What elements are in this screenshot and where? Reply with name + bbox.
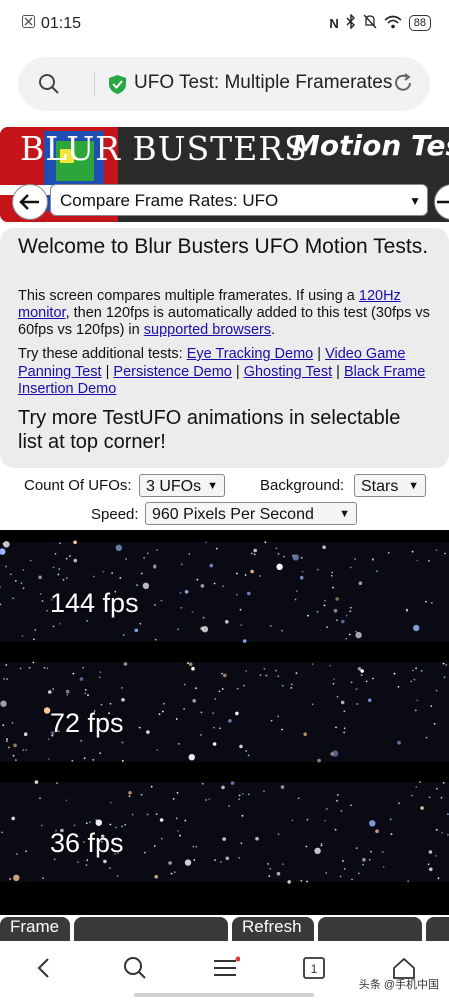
eye-tracking-demo-link[interactable]: Eye Tracking Demo bbox=[187, 346, 314, 362]
divider bbox=[94, 71, 95, 97]
refresh-value-cell bbox=[318, 917, 422, 941]
refresh-label-cell: Refresh bbox=[232, 917, 314, 941]
speed-value: 960 Pixels Per Second bbox=[152, 506, 314, 523]
brand-name: BLUR BUSTERS bbox=[20, 129, 308, 168]
frame-label-cell: Frame bbox=[0, 917, 70, 941]
reload-icon[interactable] bbox=[392, 72, 414, 99]
next-test-button[interactable] bbox=[434, 184, 449, 220]
speed-select[interactable]: 960 Pixels Per Second ▼ bbox=[145, 502, 357, 525]
supported-browsers-link[interactable]: supported browsers bbox=[144, 322, 271, 338]
intro-paragraph: This screen compares multiple framerates… bbox=[18, 288, 430, 338]
speed-label: Speed: bbox=[91, 506, 139, 523]
arrow-left-icon bbox=[19, 194, 39, 210]
address-bar[interactable]: UFO Test: Multiple Framerates bbox=[18, 57, 430, 111]
menu-icon[interactable] bbox=[212, 956, 241, 985]
fps-label-1: 144 fps bbox=[50, 588, 139, 618]
ghosting-test-link[interactable]: Ghosting Test bbox=[244, 364, 332, 380]
page-title: UFO Test: Multiple Framerates bbox=[134, 72, 393, 93]
test-selector[interactable]: Compare Frame Rates: UFO ▼ bbox=[50, 184, 428, 216]
frame-value-cell bbox=[74, 917, 228, 941]
background-label: Background: bbox=[260, 477, 345, 494]
notification-icon bbox=[22, 15, 35, 33]
welcome-heading: Welcome to Blur Busters UFO Motion Tests… bbox=[18, 235, 429, 258]
battery-indicator: 88 bbox=[408, 15, 431, 31]
shield-check-icon bbox=[108, 74, 127, 100]
mute-icon bbox=[363, 14, 377, 32]
search-icon[interactable] bbox=[123, 956, 147, 985]
persistence-demo-link[interactable]: Persistence Demo bbox=[113, 364, 231, 380]
search-icon[interactable] bbox=[38, 73, 60, 100]
status-bar: 01:15 N 88 bbox=[0, 0, 449, 50]
bluetooth-icon bbox=[346, 13, 356, 32]
arrow-right-icon bbox=[437, 200, 449, 204]
ufo-animation-area: 144 fps 72 fps 36 fps bbox=[0, 530, 449, 915]
more-animations-text: Try more TestUFO animations in selectabl… bbox=[18, 407, 401, 453]
wifi-icon bbox=[384, 15, 402, 32]
dropdown-arrow-icon: ▼ bbox=[408, 480, 419, 492]
back-icon[interactable] bbox=[34, 956, 54, 985]
fps-label-3: 36 fps bbox=[50, 828, 124, 858]
test-selector-value: Compare Frame Rates: UFO bbox=[60, 191, 279, 210]
tabs-icon[interactable]: 1 bbox=[302, 956, 326, 985]
additional-tests-paragraph: Try these additional tests: Eye Tracking… bbox=[18, 346, 426, 397]
dropdown-arrow-icon: ▼ bbox=[409, 194, 421, 208]
banner-subtitle: Motion Tests bbox=[292, 129, 449, 162]
previous-test-button[interactable] bbox=[12, 184, 48, 220]
stats-row: Frame Refresh bbox=[0, 917, 449, 941]
background-select[interactable]: Stars ▼ bbox=[354, 474, 426, 497]
background-value: Stars bbox=[361, 478, 399, 495]
fps-label-2: 72 fps bbox=[50, 708, 124, 738]
ufo-count-label: Count Of UFOs: bbox=[24, 477, 132, 494]
clock: 01:15 bbox=[41, 15, 82, 32]
home-indicator bbox=[134, 993, 314, 997]
ufo-count-select[interactable]: 3 UFOs ▼ bbox=[139, 474, 225, 497]
dropdown-arrow-icon: ▼ bbox=[339, 508, 350, 520]
nfc-icon: N bbox=[329, 15, 339, 31]
tab-count: 1 bbox=[311, 962, 318, 976]
watermark: 头条 @手机中国 bbox=[358, 979, 439, 991]
extra-cell bbox=[426, 917, 449, 941]
dropdown-arrow-icon: ▼ bbox=[207, 480, 218, 492]
ufo-count-value: 3 UFOs bbox=[146, 478, 202, 495]
welcome-card: Welcome to Blur Busters UFO Motion Tests… bbox=[0, 228, 449, 468]
